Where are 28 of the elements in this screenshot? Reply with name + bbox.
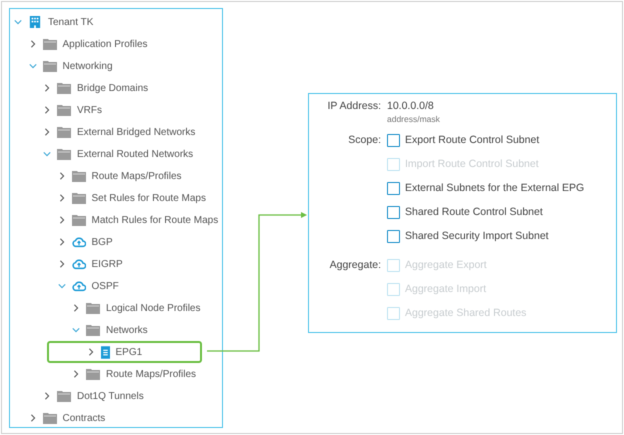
tree-item[interactable]: Bridge Domains xyxy=(10,77,222,99)
tree-item[interactable]: BGP xyxy=(10,231,222,253)
tree-item[interactable]: Application Profiles xyxy=(10,33,222,55)
checkbox-label: Export Route Control Subnet xyxy=(405,134,540,146)
tree-item[interactable]: Tenant TK xyxy=(10,11,222,33)
tree-item[interactable]: Route Maps/Profiles xyxy=(10,363,222,385)
checkbox-label: External Subnets for the External EPG xyxy=(405,182,584,194)
tree-item[interactable]: EPG1 xyxy=(46,341,202,363)
tree-item[interactable]: Route Maps/Profiles xyxy=(10,165,222,187)
tree-item[interactable]: OSPF xyxy=(10,275,222,297)
tree-item[interactable]: Logical Node Profiles xyxy=(10,297,222,319)
tree-item[interactable]: Networking xyxy=(10,55,222,77)
tree-item[interactable]: Set Rules for Route Maps xyxy=(10,187,222,209)
tree-item[interactable]: External Routed Networks xyxy=(10,143,222,165)
checkbox-label: Shared Security Import Subnet xyxy=(405,230,549,242)
group-label: Aggregate: xyxy=(328,258,382,273)
ip-address-hint: address/mask xyxy=(387,114,440,124)
ip-address-value: 10.0.0.0/8 xyxy=(387,99,435,114)
ip-address-label: IP Address: xyxy=(326,99,382,114)
tree-item[interactable]: EIGRP xyxy=(10,253,222,275)
tree-item[interactable]: Contracts xyxy=(10,407,222,429)
tree-item[interactable]: External Bridged Networks xyxy=(10,121,222,143)
tree-item[interactable]: VRFs xyxy=(10,99,222,121)
tree-item[interactable]: Networks xyxy=(10,319,222,341)
checkbox-label: Shared Route Control Subnet xyxy=(405,206,543,218)
tree-item[interactable]: Dot1Q Tunnels xyxy=(10,385,222,407)
group-label: Scope: xyxy=(347,133,382,148)
tree-item[interactable]: Match Rules for Route Maps xyxy=(10,209,222,231)
